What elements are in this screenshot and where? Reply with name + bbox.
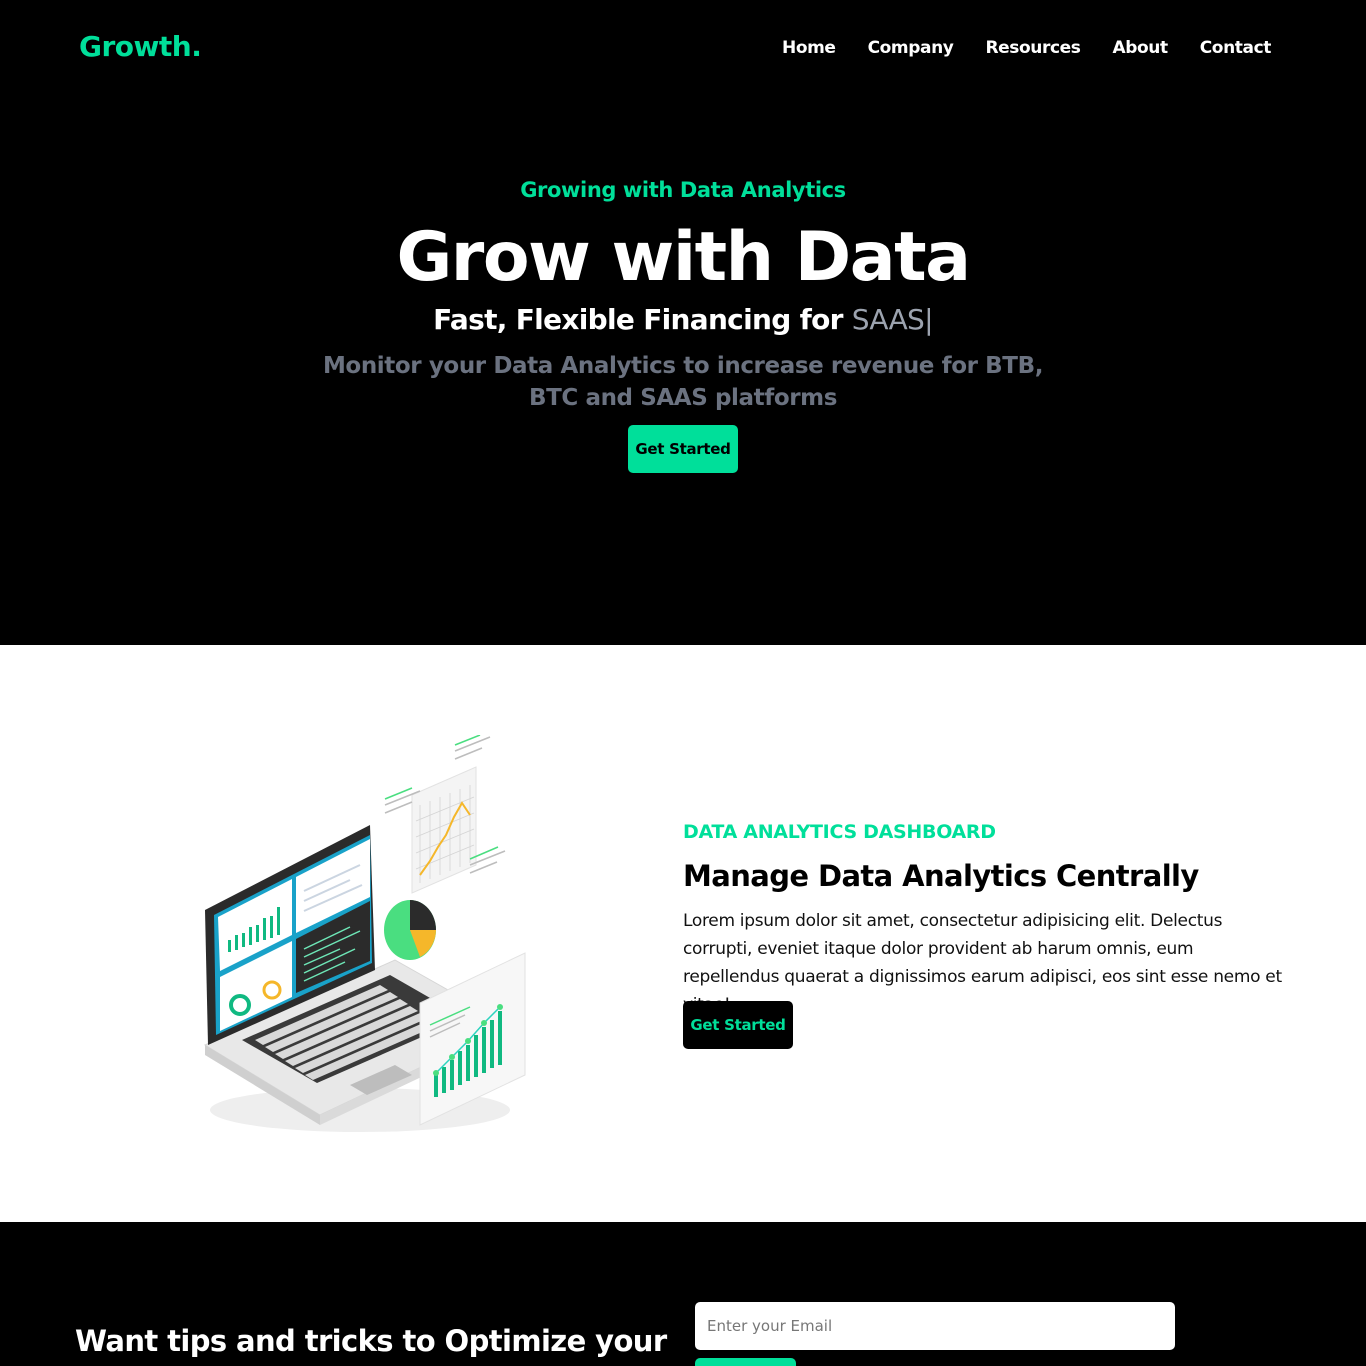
nav-link-about[interactable]: About — [1113, 38, 1169, 58]
nav-link-home[interactable]: Home — [782, 38, 836, 58]
nav-link-company[interactable]: Company — [868, 38, 954, 58]
analytics-section: DATA ANALYTICS DASHBOARD Manage Data Ana… — [0, 645, 1366, 1222]
hero-description: Monitor your Data Analytics to increase … — [322, 353, 1044, 411]
hero-subtitle-prefix: Fast, Flexible Financing for — [433, 303, 852, 336]
hero-section: Growing with Data Analytics Grow with Da… — [0, 100, 1366, 645]
hero-get-started-button[interactable]: Get Started — [628, 425, 738, 473]
site-logo[interactable]: Growth. — [79, 30, 202, 63]
analytics-kicker: DATA ANALYTICS DASHBOARD — [683, 821, 996, 843]
hero-subtitle: Fast, Flexible Financing for SAAS| — [0, 303, 1366, 336]
nav-links: Home Company Resources About Contact — [782, 38, 1271, 58]
laptop-analytics-illustration — [203, 735, 526, 1132]
newsletter-title: Want tips and tricks to Optimize your — [75, 1324, 667, 1358]
nav-link-resources[interactable]: Resources — [985, 38, 1080, 58]
email-input[interactable] — [695, 1302, 1175, 1350]
navbar: Growth. Home Company Resources About Con… — [0, 0, 1366, 100]
newsletter-section: Want tips and tricks to Optimize your — [0, 1222, 1366, 1366]
analytics-title: Manage Data Analytics Centrally — [683, 859, 1199, 893]
analytics-get-started-button[interactable]: Get Started — [683, 1001, 793, 1049]
floating-line-chart-panel — [384, 735, 506, 894]
nav-link-contact[interactable]: Contact — [1200, 38, 1272, 58]
pie-chart-widget — [384, 900, 436, 960]
hero-typed-text: SAAS| — [851, 303, 934, 336]
hero-kicker: Growing with Data Analytics — [520, 178, 846, 202]
hero-title: Grow with Data — [396, 218, 971, 297]
newsletter-submit-button[interactable] — [695, 1358, 796, 1366]
floating-bar-chart-panel — [419, 952, 526, 1126]
